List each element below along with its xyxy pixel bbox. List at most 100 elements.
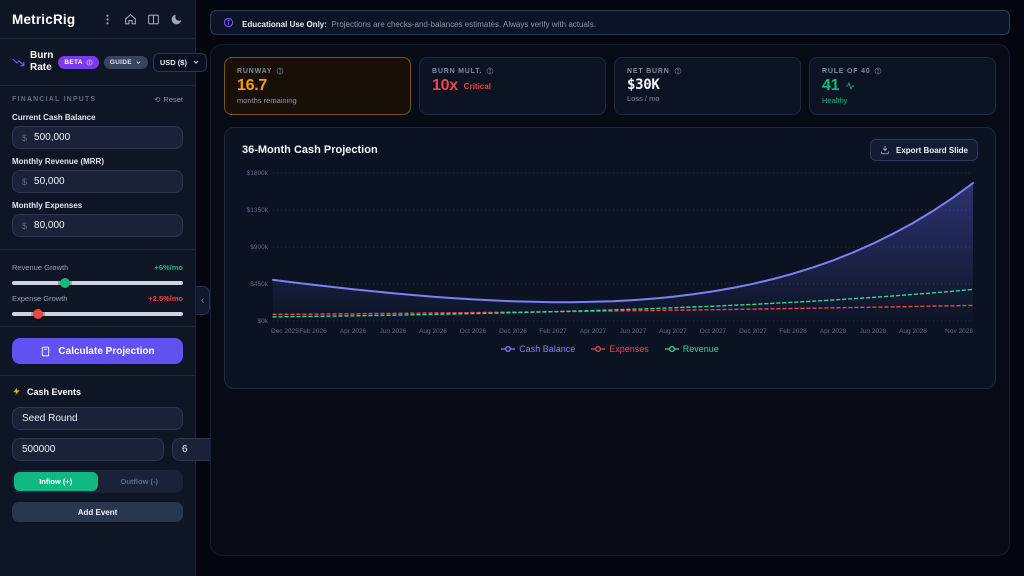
stat-card-net-burn: NET BURN $30K Loss / mo <box>614 57 801 115</box>
svg-text:Dec 2026: Dec 2026 <box>499 328 527 335</box>
beta-badge: BETA <box>58 56 98 69</box>
divider <box>0 326 195 327</box>
sidebar: MetricRig Burn Rate BETA GUIDE <box>0 0 196 576</box>
monthly-expenses-input[interactable] <box>34 220 173 231</box>
sidebar-collapse-handle[interactable]: ‹ <box>196 286 210 315</box>
calculate-projection-label: Calculate Projection <box>58 346 154 357</box>
help-circle-icon[interactable] <box>874 67 882 75</box>
currency-prefix: $ <box>22 221 27 231</box>
legend-item-expenses[interactable]: Expenses <box>591 344 649 354</box>
runway-sub: months remaining <box>237 96 398 105</box>
calculate-projection-button[interactable]: Calculate Projection <box>12 338 183 364</box>
lightning-bolt-icon <box>12 386 21 397</box>
svg-text:Feb 2028: Feb 2028 <box>779 328 807 335</box>
svg-text:Apr 2027: Apr 2027 <box>580 328 607 335</box>
field-label-monthly-expenses: Monthly Expenses <box>12 201 183 210</box>
svg-text:Feb 2026: Feb 2026 <box>299 328 327 335</box>
rule-of-40-label: RULE OF 40 <box>822 68 870 75</box>
stat-cards-row: RUNWAY 16.7 months remaining BURN MULT. … <box>224 57 996 115</box>
chart-title: 36-Month Cash Projection <box>242 144 378 156</box>
net-burn-value: $30K <box>627 77 660 93</box>
monthly-revenue-input[interactable] <box>34 176 173 187</box>
kebab-menu-icon[interactable] <box>101 13 114 26</box>
revenue-growth-label: Revenue Growth <box>12 263 68 272</box>
banner-title: Educational Use Only: <box>242 20 327 29</box>
legend-marker-icon <box>665 345 679 353</box>
help-circle-icon[interactable] <box>276 67 284 75</box>
chart-legend: Cash Balance Expenses Revenue <box>237 341 983 354</box>
revenue-growth-slider[interactable] <box>12 281 183 285</box>
event-name-field <box>12 407 183 430</box>
dark-mode-moon-icon[interactable] <box>170 13 183 26</box>
svg-text:Aug 2026: Aug 2026 <box>419 328 447 335</box>
event-amount-field <box>12 438 164 461</box>
disclaimer-banner: Educational Use Only: Projections are ch… <box>210 10 1010 35</box>
revenue-growth-slider-thumb[interactable] <box>60 278 70 288</box>
add-event-button[interactable]: Add Event <box>12 502 183 522</box>
cash-projection-card: 36-Month Cash Projection Export Board Sl… <box>224 127 996 389</box>
reset-icon: ⟲ <box>154 95 160 104</box>
reset-label: Reset <box>163 95 183 104</box>
cash-balance-field: $ <box>12 126 183 149</box>
expense-growth-label: Expense Growth <box>12 294 67 303</box>
svg-text:Oct 2026: Oct 2026 <box>460 328 487 335</box>
svg-text:Feb 2027: Feb 2027 <box>539 328 567 335</box>
cash-balance-input[interactable] <box>34 132 173 143</box>
export-board-slide-button[interactable]: Export Board Slide <box>870 139 978 161</box>
rule-of-40-value: 41 <box>822 77 839 95</box>
guide-menu-button[interactable]: GUIDE <box>104 56 148 69</box>
runway-label: RUNWAY <box>237 68 272 75</box>
financial-inputs-title: FINANCIAL INPUTS <box>12 96 96 103</box>
svg-text:Oct 2027: Oct 2027 <box>700 328 727 335</box>
svg-text:Dec 2027: Dec 2027 <box>739 328 767 335</box>
banner-message: Projections are checks-and-balances esti… <box>331 20 596 29</box>
legend-marker-icon <box>591 345 605 353</box>
trending-down-icon <box>12 56 25 69</box>
chevron-left-icon: ‹ <box>201 295 204 306</box>
stat-card-burn-multiple: BURN MULT. 10x Critical <box>419 57 606 115</box>
help-circle-icon[interactable] <box>674 67 682 75</box>
currency-prefix: $ <box>22 133 27 143</box>
runway-value: 16.7 <box>237 77 267 95</box>
monthly-expenses-field: $ <box>12 214 183 237</box>
cash-events-title: Cash Events <box>27 387 81 397</box>
reset-button[interactable]: ⟲ Reset <box>154 95 183 104</box>
beta-badge-label: BETA <box>64 59 82 66</box>
stat-card-runway: RUNWAY 16.7 months remaining <box>224 57 411 115</box>
revenue-growth-slider-row: Revenue Growth +6%/mo <box>12 263 183 285</box>
net-burn-sub: Loss / mo <box>627 94 788 103</box>
svg-text:$900k: $900k <box>250 244 268 251</box>
rule-of-40-sub: Healthy <box>822 96 983 105</box>
svg-text:Nov 2028: Nov 2028 <box>945 328 973 335</box>
legend-marker-icon <box>501 345 515 353</box>
event-name-input[interactable] <box>22 413 173 424</box>
event-amount-input[interactable] <box>22 444 154 455</box>
expense-growth-slider[interactable] <box>12 312 183 316</box>
info-circle-icon <box>223 17 234 28</box>
layout-panels-icon[interactable] <box>147 13 160 26</box>
inflow-toggle-button[interactable]: Inflow (+) <box>14 472 98 491</box>
product-name: Burn Rate <box>30 50 53 74</box>
svg-text:Jun 2028: Jun 2028 <box>860 328 887 335</box>
expense-growth-slider-thumb[interactable] <box>33 309 43 319</box>
outflow-toggle-button[interactable]: Outflow (-) <box>98 472 182 491</box>
activity-pulse-icon <box>845 81 855 91</box>
svg-text:Aug 2028: Aug 2028 <box>899 328 927 335</box>
stat-card-rule-of-40: RULE OF 40 41 Healthy <box>809 57 996 115</box>
financial-inputs-header: FINANCIAL INPUTS ⟲ Reset <box>12 86 183 105</box>
sidebar-header-icons <box>101 13 183 26</box>
legend-item-revenue[interactable]: Revenue <box>665 344 719 354</box>
svg-text:$0k: $0k <box>258 318 269 325</box>
expense-growth-value: +2.5%/mo <box>148 294 183 303</box>
help-circle-icon[interactable] <box>486 67 494 75</box>
legend-item-cash-balance[interactable]: Cash Balance <box>501 344 575 354</box>
main-content: Educational Use Only: Projections are ch… <box>196 0 1024 576</box>
home-icon[interactable] <box>124 13 137 26</box>
cash-projection-chart: $0k$450k$900k$1350k$1800kDec 2025Feb 202… <box>237 165 983 341</box>
field-label-cash-balance: Current Cash Balance <box>12 113 183 122</box>
info-circle-icon <box>86 59 93 66</box>
svg-text:$450k: $450k <box>250 281 268 288</box>
burn-mult-status: Critical <box>464 82 491 91</box>
flow-direction-toggle: Inflow (+) Outflow (-) <box>12 470 183 493</box>
svg-text:Apr 2026: Apr 2026 <box>340 328 367 335</box>
